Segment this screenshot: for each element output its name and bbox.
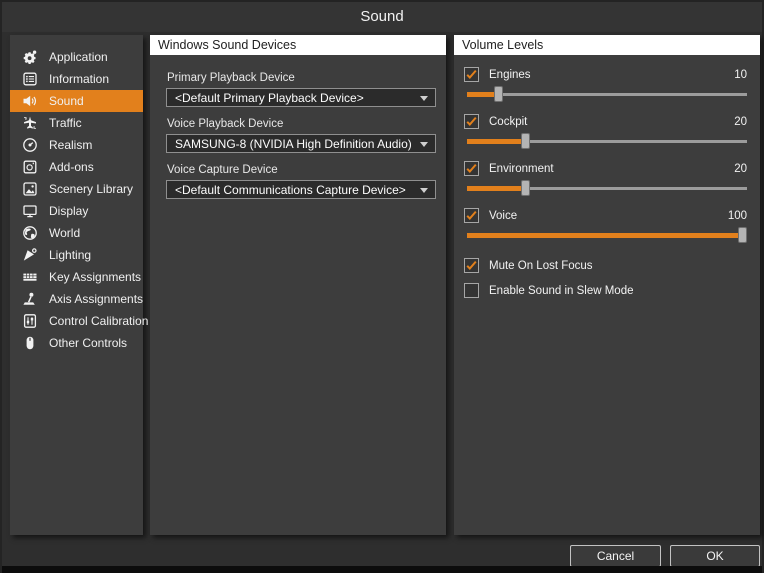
cancel-button[interactable]: Cancel [570,545,661,567]
ok-button[interactable]: OK [670,545,760,567]
environment-volume-row: Environment 20 [464,161,747,176]
window-titlebar: Sound [2,2,762,32]
sidebar-item-information[interactable]: Information [10,68,143,90]
mute-on-lost-focus-checkbox[interactable] [464,258,479,273]
mouse-icon [22,335,39,351]
dropdown-selected-value: <Default Communications Capture Device> [175,183,406,197]
monitor-icon [22,203,39,219]
slider-track [467,93,747,96]
environment-volume-slider[interactable] [467,180,747,196]
sidebar-item-key-assignments[interactable]: Key Assignments [10,266,143,288]
sidebar-item-axis-assignments[interactable]: Axis Assignments [10,288,143,310]
sidebar-item-label: Control Calibration [49,314,148,328]
sidebar-item-realism[interactable]: Realism [10,134,143,156]
engines-volume-slider[interactable] [467,86,747,102]
gear-icon [22,49,39,65]
sidebar-item-label: World [49,226,80,240]
sidebar-item-label: Realism [49,138,92,152]
volume-value: 100 [728,210,747,222]
voice-capture-device-label: Voice Capture Device [167,164,436,176]
searchlight-icon [22,247,39,263]
sidebar-item-display[interactable]: Display [10,200,143,222]
volume-value: 20 [734,163,747,175]
traffic-plane-icon [22,115,39,131]
slider-fill [467,186,526,191]
sidebar-item-label: Key Assignments [49,270,141,284]
sidebar-item-label: Axis Assignments [49,292,143,306]
voice-capture-device-dropdown[interactable]: <Default Communications Capture Device> [166,180,436,199]
sidebar-item-label: Other Controls [49,336,127,350]
sidebar-item-scenery-library[interactable]: Scenery Library [10,178,143,200]
dropdown-selected-value: <Default Primary Playback Device> [175,91,364,105]
volume-value: 20 [734,116,747,128]
environment-enable-checkbox[interactable] [464,161,479,176]
volume-panel-title: Volume Levels [454,35,760,55]
sidebar-item-label: Traffic [49,116,82,130]
sidebar-item-other-controls[interactable]: Other Controls [10,332,143,354]
volume-label: Engines [489,69,531,81]
enable-sound-in-slew-mode-checkbox[interactable] [464,283,479,298]
sidebar-item-label: Information [49,72,109,86]
mute-on-lost-focus-row: Mute On Lost Focus [464,258,747,273]
sidebar-item-label: Application [49,50,108,64]
volume-label: Cockpit [489,116,527,128]
joystick-icon [22,291,39,307]
chevron-down-icon [420,96,428,101]
volume-label: Voice [489,210,517,222]
sidebar-item-sound[interactable]: Sound [10,90,143,112]
keyboard-icon [22,269,39,285]
sidebar-item-add-ons[interactable]: Add-ons [10,156,143,178]
voice-playback-device-label: Voice Playback Device [167,118,436,130]
sidebar-item-label: Lighting [49,248,91,262]
voice-playback-device-dropdown[interactable]: SAMSUNG-8 (NVIDIA High Definition Audio) [166,134,436,153]
checkbox-label: Enable Sound in Slew Mode [489,285,634,297]
volume-value: 10 [734,69,747,81]
info-list-icon [22,71,39,87]
primary-playback-device-dropdown[interactable]: <Default Primary Playback Device> [166,88,436,107]
cockpit-volume-row: Cockpit 20 [464,114,747,129]
chevron-down-icon [420,188,428,193]
windows-sound-devices-panel: Windows Sound Devices Primary Playback D… [150,35,446,535]
sidebar-item-control-calibration[interactable]: Control Calibration [10,310,143,332]
sidebar-item-label: Display [49,204,88,218]
sliders-icon [22,313,39,329]
scenery-image-icon [22,181,39,197]
sidebar-item-application[interactable]: Application [10,46,143,68]
settings-sidebar: Application Information Sound Traffic Realis… [10,35,143,535]
gauge-icon [22,137,39,153]
slider-thumb[interactable] [521,180,530,196]
checkbox-label: Mute On Lost Focus [489,260,593,272]
volume-levels-panel: Volume Levels Engines10Cockpit20Environm… [454,35,760,535]
engines-enable-checkbox[interactable] [464,67,479,82]
voice-volume-slider[interactable] [467,227,747,243]
engines-volume-row: Engines 10 [464,67,747,82]
cockpit-enable-checkbox[interactable] [464,114,479,129]
page-title: Sound [360,8,403,25]
sidebar-item-world[interactable]: World [10,222,143,244]
window-bottom-edge [2,566,762,573]
sidebar-item-label: Add-ons [49,160,94,174]
enable-sound-in-slew-mode-row: Enable Sound in Slew Mode [464,283,747,298]
sidebar-item-label: Scenery Library [49,182,133,196]
devices-panel-title: Windows Sound Devices [150,35,446,55]
speaker-icon [22,93,39,109]
voice-enable-checkbox[interactable] [464,208,479,223]
slider-thumb[interactable] [494,86,503,102]
sidebar-item-label: Sound [49,94,84,108]
slider-thumb[interactable] [738,227,747,243]
primary-playback-device-label: Primary Playback Device [167,72,436,84]
cockpit-volume-slider[interactable] [467,133,747,149]
globe-icon [22,225,39,241]
chevron-down-icon [420,142,428,147]
slider-fill [467,139,526,144]
voice-volume-row: Voice 100 [464,208,747,223]
slider-thumb[interactable] [521,133,530,149]
slider-fill [467,233,743,238]
volume-label: Environment [489,163,554,175]
addon-box-icon [22,159,39,175]
sidebar-item-lighting[interactable]: Lighting [10,244,143,266]
sidebar-item-traffic[interactable]: Traffic [10,112,143,134]
sound-settings-dialog: Sound Application Information Sound Traffic… [0,0,764,573]
dropdown-selected-value: SAMSUNG-8 (NVIDIA High Definition Audio) [175,137,412,151]
